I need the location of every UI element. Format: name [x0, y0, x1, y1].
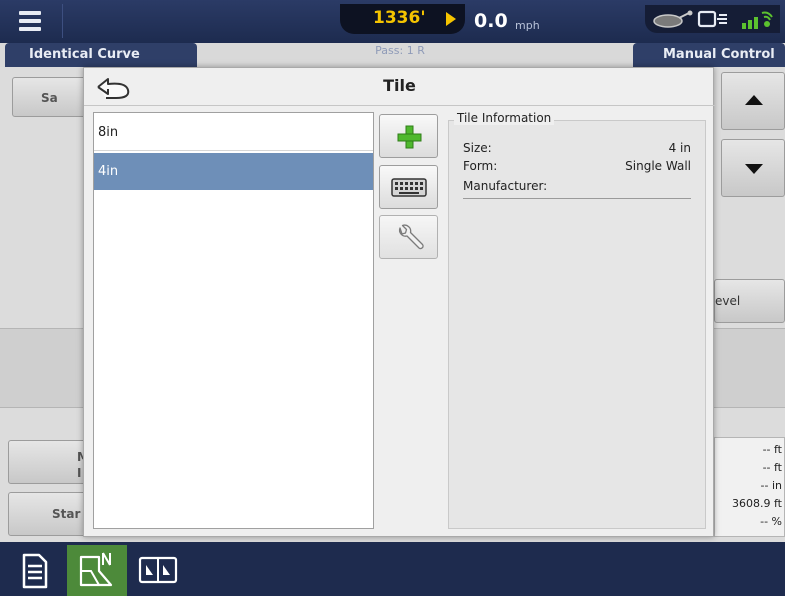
arrow-down-button[interactable] [721, 139, 785, 197]
top-bar: 1336' 0.0 mph [0, 0, 785, 43]
readout-item: -- ft [762, 443, 782, 456]
elevation-value: 1336' [373, 8, 426, 28]
background-button-m: M I [8, 440, 89, 484]
split-view-button[interactable] [135, 547, 181, 593]
elevation-display: 1336' [340, 4, 465, 34]
list-item-selected[interactable]: 4in [94, 153, 373, 190]
wrench-icon [398, 224, 424, 250]
background-button-start: Star [8, 492, 88, 536]
add-tile-button[interactable] [379, 114, 438, 158]
report-icon [22, 553, 48, 589]
readout-item: -- % [760, 515, 782, 528]
tile-info-heading: Tile Information [454, 111, 555, 125]
gps-signal-icon [742, 11, 773, 29]
bottom-bar [0, 542, 785, 596]
guidance-pattern-tab[interactable]: Identical Curve [5, 43, 197, 67]
gps-readout: 1336' 0.0 mph [340, 4, 565, 34]
manual-control-tab[interactable]: Manual Control [633, 43, 785, 67]
pass-label: Pass: 1 R [375, 44, 425, 57]
speed-value: 0.0 [474, 10, 508, 32]
manufacturer-label: Manufacturer: [463, 179, 548, 193]
edit-tile-button[interactable] [379, 215, 438, 259]
rename-tile-button[interactable] [379, 165, 438, 209]
list-item[interactable]: 8in [94, 114, 373, 151]
menu-button[interactable] [5, 4, 63, 38]
hamburger-menu-icon [19, 11, 41, 15]
arrow-up-button[interactable] [721, 72, 785, 130]
display-link-icon [697, 10, 727, 28]
keyboard-icon [391, 178, 427, 197]
dialog-title: Tile [383, 76, 416, 95]
status-icons[interactable] [645, 5, 780, 33]
readout-item: 3608.9 ft [732, 497, 782, 510]
report-button[interactable] [12, 547, 58, 593]
field-map-icon [79, 552, 113, 587]
screen: 1336' 0.0 mph Pass: 1 R Identical Curve … [0, 0, 785, 596]
size-value: 4 in [668, 141, 691, 155]
form-value: Single Wall [625, 159, 691, 173]
plus-icon [397, 125, 422, 149]
background-button-level: evel [714, 279, 785, 323]
split-view-icon [138, 556, 178, 584]
form-label: Form: [463, 159, 498, 173]
map-view-button[interactable] [67, 545, 127, 596]
play-icon [446, 12, 456, 26]
readout-item: -- ft [762, 461, 782, 474]
readouts-panel: -- ft -- ft -- in 3608.9 ft -- % [714, 437, 785, 537]
info-divider [463, 198, 691, 199]
title-divider [84, 105, 715, 106]
readout-item: -- in [760, 479, 782, 492]
tile-dialog: Tile 8in 4in Tile Information Size: 4 in… [83, 67, 715, 537]
background-button-sa: Sa [12, 77, 92, 117]
implement-icon [653, 10, 693, 28]
size-label: Size: [463, 141, 492, 155]
tile-list[interactable]: 8in 4in [93, 112, 374, 529]
speed-unit: mph [515, 19, 540, 32]
